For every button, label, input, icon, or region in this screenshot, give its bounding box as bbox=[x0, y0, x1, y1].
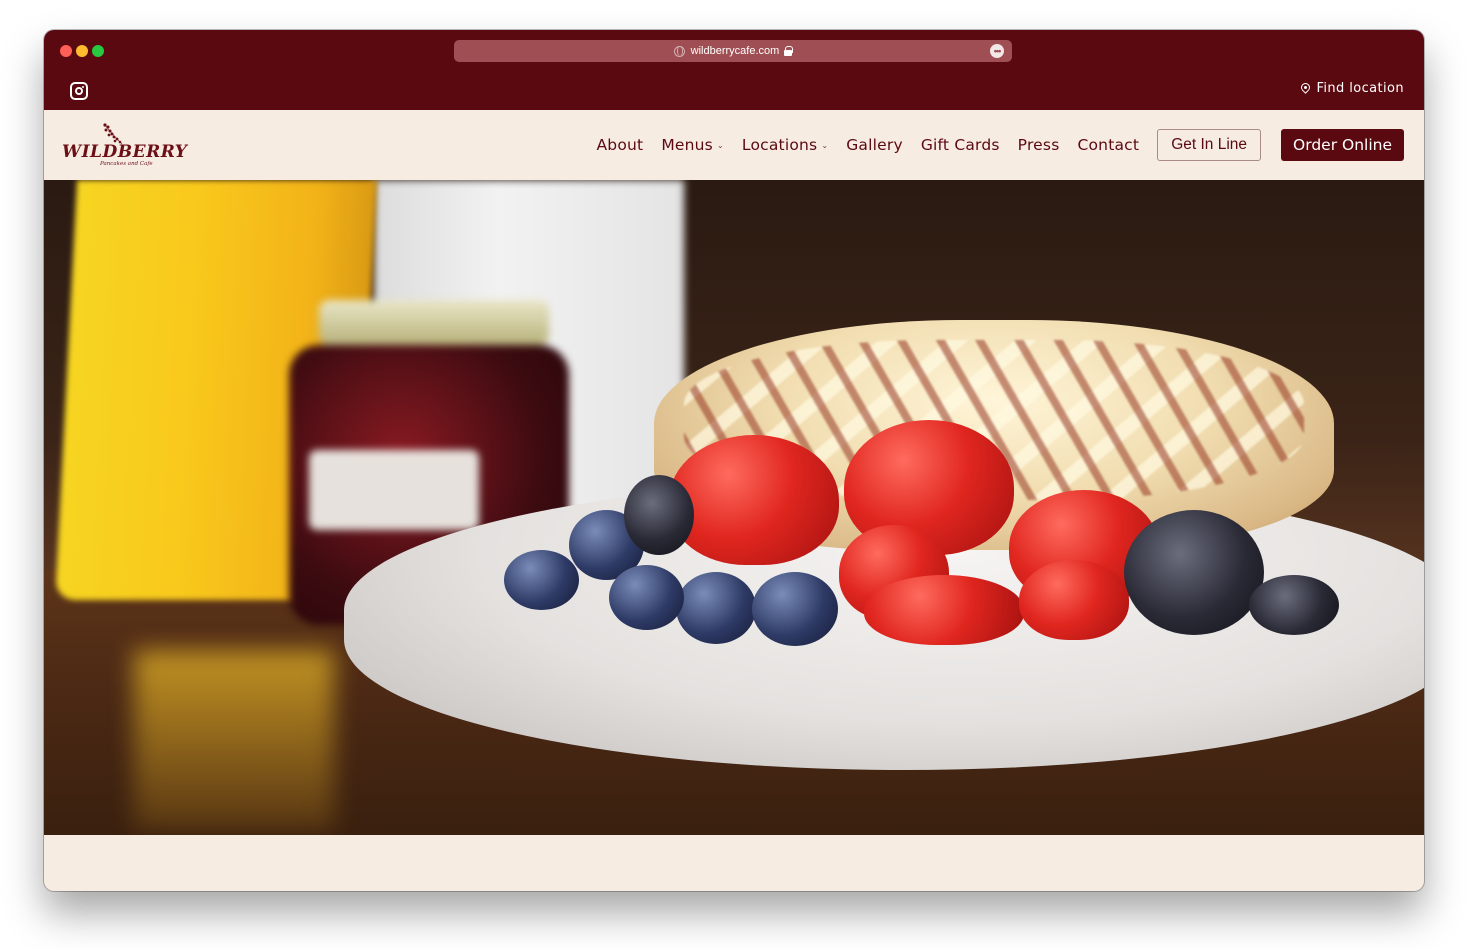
jar-label bbox=[309, 450, 479, 530]
close-window-button[interactable] bbox=[60, 45, 72, 57]
nav-gift-cards-label: Gift Cards bbox=[920, 136, 1000, 154]
nav-contact[interactable]: Contact bbox=[1077, 136, 1139, 154]
zoom-window-button[interactable] bbox=[92, 45, 104, 57]
blackberry bbox=[1124, 510, 1264, 635]
nav-gallery[interactable]: Gallery bbox=[846, 136, 903, 154]
lock-icon bbox=[784, 46, 794, 56]
nav-menus-label: Menus bbox=[661, 136, 713, 154]
jar-lid bbox=[319, 300, 549, 345]
window-controls bbox=[60, 45, 104, 57]
chevron-down-icon: ⌄ bbox=[716, 140, 724, 150]
chevron-down-icon: ⌄ bbox=[821, 140, 829, 150]
nav-about-label: About bbox=[596, 136, 644, 154]
strawberry bbox=[1019, 560, 1129, 640]
blueberry bbox=[676, 572, 756, 644]
url-text: wildberrycafe.com bbox=[690, 45, 780, 57]
nav-about[interactable]: About bbox=[597, 136, 644, 154]
ellipsis-icon[interactable]: ••• bbox=[990, 44, 1004, 58]
map-pin-icon bbox=[1301, 83, 1310, 95]
blackberry bbox=[624, 475, 694, 555]
nav-press[interactable]: Press bbox=[1018, 136, 1060, 154]
hero-juice-reflection bbox=[134, 650, 334, 830]
browser-toolbar: wildberrycafe.com ••• bbox=[44, 30, 1424, 70]
strawberry bbox=[669, 435, 839, 565]
strawberry bbox=[864, 575, 1024, 645]
find-location-label: Find location bbox=[1316, 81, 1404, 96]
utility-bar: Find location bbox=[44, 70, 1424, 110]
find-location-link[interactable]: Find location bbox=[1301, 81, 1404, 96]
nav-locations[interactable]: Locations ⌄ bbox=[742, 136, 828, 154]
instagram-icon[interactable] bbox=[70, 82, 88, 100]
nav-gift-cards[interactable]: Gift Cards bbox=[921, 136, 1000, 154]
logo-wordmark: WILDBERRY bbox=[62, 142, 188, 162]
blackberry bbox=[1249, 575, 1339, 635]
browser-window: wildberrycafe.com ••• Find location WILD… bbox=[44, 30, 1424, 891]
main-navigation: About Menus ⌄ Locations ⌄ Gallery Gift Car… bbox=[597, 129, 1404, 161]
minimize-window-button[interactable] bbox=[76, 45, 88, 57]
globe-icon bbox=[673, 45, 685, 57]
nav-press-label: Press bbox=[1017, 136, 1060, 154]
nav-gallery-label: Gallery bbox=[846, 136, 903, 154]
site-header: WILDBERRY Pancakes and Cafe About Menus ⌄… bbox=[44, 110, 1424, 180]
get-in-line-button[interactable]: Get In Line bbox=[1157, 129, 1262, 161]
nav-locations-label: Locations bbox=[741, 136, 818, 154]
address-bar[interactable]: wildberrycafe.com ••• bbox=[454, 40, 1012, 62]
blueberry bbox=[504, 550, 579, 610]
wildberry-logo[interactable]: WILDBERRY Pancakes and Cafe bbox=[62, 122, 187, 170]
blueberry bbox=[752, 572, 838, 646]
logo-tagline: Pancakes and Cafe bbox=[100, 161, 153, 167]
hero-image bbox=[44, 180, 1424, 835]
blueberry bbox=[609, 565, 684, 630]
nav-contact-label: Contact bbox=[1077, 136, 1140, 154]
order-online-button[interactable]: Order Online bbox=[1281, 129, 1404, 161]
nav-menus[interactable]: Menus ⌄ bbox=[661, 136, 724, 154]
